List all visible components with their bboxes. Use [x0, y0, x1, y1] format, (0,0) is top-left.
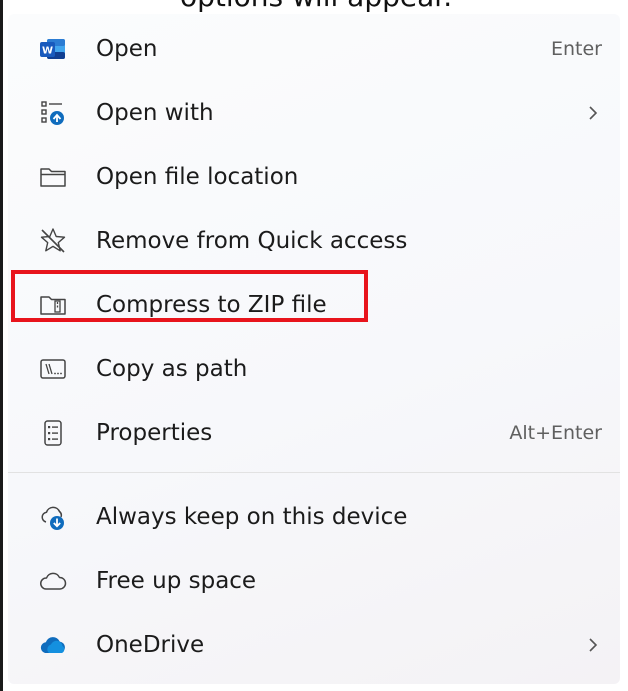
menu-separator [8, 472, 620, 473]
menu-item-properties[interactable]: Properties Alt+Enter [8, 404, 620, 462]
menu-item-label: Open with [96, 100, 214, 126]
menu-item-open-file-location[interactable]: Open file location [8, 148, 620, 206]
svg-text:W: W [42, 46, 53, 57]
onedrive-icon [40, 637, 65, 653]
zip-folder-icon [40, 296, 66, 315]
menu-item-label: Remove from Quick access [96, 228, 408, 254]
menu-item-label: Always keep on this device [96, 504, 408, 530]
open-with-icon [41, 101, 64, 125]
folder-icon [40, 168, 66, 187]
partial-top-text-strip: options will appear. [180, 0, 628, 14]
menu-item-compress-to-zip[interactable]: Compress to ZIP file [8, 276, 620, 334]
menu-item-open[interactable]: W Open Enter [8, 20, 620, 78]
menu-item-remove-from-quick-access[interactable]: Remove from Quick access [8, 212, 620, 270]
cloud-download-icon [41, 506, 64, 530]
menu-item-label: Open file location [96, 164, 299, 190]
chevron-right-icon [589, 106, 598, 120]
screenshot-frame: options will appear. W Open Enter [0, 0, 628, 691]
menu-item-onedrive[interactable]: OneDrive [8, 616, 620, 674]
menu-item-label: Copy as path [96, 356, 248, 382]
chevron-right-icon [589, 638, 598, 652]
word-document-icon: W [40, 39, 65, 59]
copy-path-icon [40, 359, 66, 379]
menu-item-label: Compress to ZIP file [96, 292, 327, 318]
left-edge-border [0, 0, 3, 691]
menu-item-shortcut: Alt+Enter [509, 422, 602, 444]
menu-item-label: Free up space [96, 568, 257, 594]
cloud-outline-icon [40, 572, 67, 590]
menu-item-copy-as-path[interactable]: Copy as path [8, 340, 620, 398]
menu-item-label: Open [96, 36, 158, 62]
partial-top-text: options will appear. [180, 0, 452, 13]
menu-item-shortcut: Enter [551, 38, 602, 60]
menu-item-always-keep-on-device[interactable]: Always keep on this device [8, 488, 620, 546]
context-menu: W Open Enter Open with Open file locatio… [8, 14, 620, 684]
unpin-star-icon [40, 228, 66, 253]
menu-item-open-with[interactable]: Open with [8, 84, 620, 142]
menu-item-label: OneDrive [96, 632, 205, 658]
menu-item-label: Properties [96, 420, 213, 446]
properties-icon [44, 420, 62, 446]
menu-item-free-up-space[interactable]: Free up space [8, 552, 620, 610]
